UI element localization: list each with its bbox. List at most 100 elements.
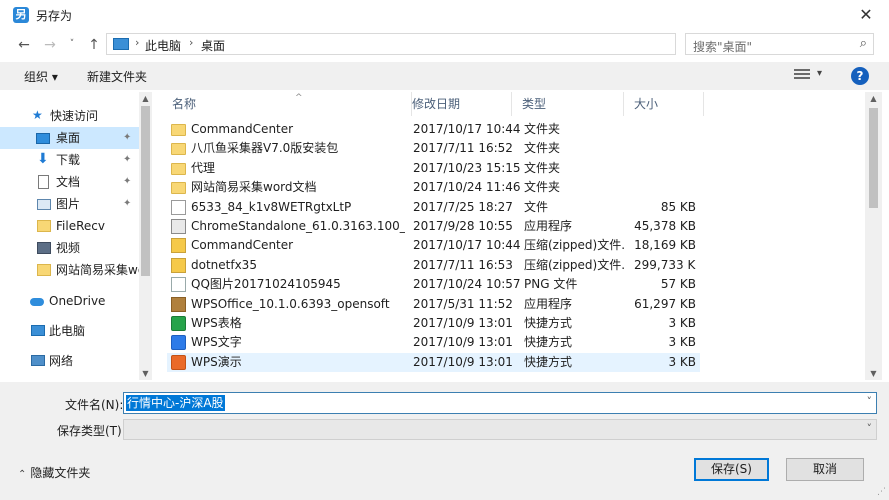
sidebar-item-onedrive[interactable]: OneDrive <box>0 290 140 312</box>
file-type: 文件夹 <box>524 122 561 136</box>
sidebar-item-label: OneDrive <box>49 294 106 308</box>
sidebar-item-label: FileRecv <box>56 219 105 233</box>
scrollbar-thumb[interactable] <box>141 106 150 276</box>
sidebar-item-network[interactable]: 网络 <box>0 350 140 372</box>
breadcrumb-desktop[interactable]: 桌面 <box>201 37 225 54</box>
file-icon <box>171 199 186 215</box>
file-row[interactable]: QQ图片20171024105945 2017/10/24 10:57 PNG 文件… <box>167 275 700 294</box>
search-input[interactable]: 搜索"桌面" <box>693 38 752 55</box>
column-header-size[interactable]: 大小 <box>626 92 704 116</box>
filename-input[interactable]: 行情中心-沪深A股 <box>126 395 225 411</box>
file-row[interactable]: 6533_84_k1v8WETRgtxLtP 2017/7/25 18:27 文件 8… <box>167 198 700 217</box>
sidebar-item-documents[interactable]: 文档 ✦ <box>0 171 140 193</box>
cancel-button[interactable]: 取消 <box>786 458 864 481</box>
sidebar-item-label: 文档 <box>56 175 81 189</box>
up-button[interactable]: ↑ <box>84 36 104 54</box>
file-type: 文件夹 <box>524 180 561 195</box>
window-title: 另存为 <box>36 9 73 23</box>
sidebar-item-pictures[interactable]: 图片 ✦ <box>0 193 140 215</box>
sidebar-item-downloads[interactable]: ⬇ 下载 ✦ <box>0 149 140 171</box>
application-icon <box>171 219 186 234</box>
file-size: 3 KB <box>668 335 696 350</box>
network-icon <box>31 355 45 366</box>
breadcrumb-this-pc[interactable]: 此电脑 <box>145 37 181 54</box>
help-icon[interactable]: ? <box>851 67 869 85</box>
scroll-down-icon[interactable]: ▼ <box>139 369 152 378</box>
file-list-scrollbar[interactable]: ▲ ▼ <box>865 92 882 380</box>
organize-button[interactable]: 组织 ▾ <box>24 68 58 85</box>
chevron-down-icon[interactable]: ˅ <box>867 422 873 435</box>
sort-ascending-icon: ^ <box>295 93 303 103</box>
file-name: ChromeStandalone_61.0.3163.100_Se... <box>191 219 405 233</box>
file-row[interactable]: ChromeStandalone_61.0.3163.100_Se... 2017… <box>167 217 700 236</box>
file-size: 299,733 KB <box>634 257 696 272</box>
view-dropdown-icon[interactable]: ▾ <box>817 68 822 79</box>
file-row[interactable]: CommandCenter 2017/10/17 10:44 文件夹 <box>167 120 700 139</box>
wps-spreadsheet-icon <box>171 316 186 331</box>
close-button[interactable]: ✕ <box>843 0 889 30</box>
recent-locations-dropdown[interactable]: ˅ <box>62 35 82 53</box>
column-header-name[interactable]: 名称 ^ <box>164 92 412 116</box>
desktop-icon <box>36 133 50 144</box>
back-button[interactable]: ← <box>14 36 34 54</box>
address-bar[interactable]: › 此电脑 › 桌面 ˅ ↻ <box>106 33 771 55</box>
scroll-down-icon[interactable]: ▼ <box>865 369 882 378</box>
file-row[interactable]: WPS文字 2017/10/9 13:01 快捷方式 3 KB <box>167 333 700 352</box>
file-name: WPS演示 <box>191 354 242 369</box>
file-modified: 2017/10/9 13:01 <box>413 316 513 330</box>
sidebar-item-desktop[interactable]: 桌面 ✦ <box>0 127 140 149</box>
file-type: 快捷方式 <box>524 335 573 350</box>
search-box[interactable]: 搜索"桌面" ⌕ <box>685 33 874 55</box>
scroll-up-icon[interactable]: ▲ <box>865 94 882 103</box>
sidebar-scrollbar[interactable]: ▲ ▼ <box>139 92 152 380</box>
view-options-icon[interactable] <box>794 69 810 81</box>
filetype-select[interactable]: ˅ <box>123 419 877 440</box>
sidebar-item-filerecv[interactable]: FileRecv <box>0 215 140 237</box>
file-row[interactable]: 八爪鱼采集器V7.0版安装包 2017/7/11 16:52 文件夹 <box>167 139 700 158</box>
sidebar-item-label: 快速访问 <box>50 109 99 123</box>
file-name: QQ图片20171024105945 <box>191 277 341 292</box>
pin-icon[interactable]: ✦ <box>123 149 131 171</box>
file-modified: 2017/10/23 15:15 <box>413 160 521 175</box>
file-name: CommandCenter <box>191 122 294 136</box>
column-header-modified[interactable]: 修改日期 <box>404 92 512 116</box>
filename-field[interactable]: 行情中心-沪深A股 ˅ <box>123 392 877 414</box>
chevron-right-icon[interactable]: › <box>135 36 139 49</box>
search-icon[interactable]: ⌕ <box>860 36 867 51</box>
sidebar-item-web-collect[interactable]: 网站简易采集wo <box>0 259 140 281</box>
file-row[interactable]: 代理 2017/10/23 15:15 文件夹 <box>167 159 700 178</box>
pin-icon[interactable]: ✦ <box>123 193 131 215</box>
new-folder-button[interactable]: 新建文件夹 <box>87 68 147 85</box>
column-label: 大小 <box>634 97 659 111</box>
file-size: 18,169 KB <box>634 238 696 253</box>
file-row[interactable]: WPSOffice_10.1.0.6393_opensoft 2017/5/31 … <box>167 295 700 314</box>
file-row[interactable]: WPS表格 2017/10/9 13:01 快捷方式 3 KB <box>167 314 700 333</box>
file-row[interactable]: dotnetfx35 2017/7/11 16:53 压缩(zipped)文件...… <box>167 256 700 275</box>
sidebar-item-videos[interactable]: 视频 <box>0 237 140 259</box>
cloud-icon <box>30 298 44 306</box>
sidebar-item-this-pc[interactable]: 此电脑 <box>0 320 140 342</box>
chevron-right-icon[interactable]: › <box>189 36 193 49</box>
column-header-type[interactable]: 类型 <box>514 92 624 116</box>
scrollbar-thumb[interactable] <box>869 108 878 208</box>
pin-icon[interactable]: ✦ <box>123 171 131 193</box>
file-type: 快捷方式 <box>524 316 573 330</box>
file-modified: 2017/10/9 13:01 <box>413 354 513 369</box>
save-button[interactable]: 保存(S) <box>694 458 769 481</box>
navigation-pane: ★ 快速访问 桌面 ✦ ⬇ 下载 ✦ 文档 ✦ 图片 ✦ FileRecv 视频… <box>0 92 152 380</box>
forward-button[interactable]: → <box>40 36 60 54</box>
pin-icon[interactable]: ✦ <box>123 127 131 149</box>
column-label: 名称 <box>172 97 197 111</box>
folder-icon <box>171 182 186 195</box>
hide-folders-toggle[interactable]: ⌃ 隐藏文件夹 <box>18 464 90 481</box>
sidebar-item-quick-access[interactable]: ★ 快速访问 <box>0 105 140 127</box>
file-row[interactable]: CommandCenter 2017/10/17 10:44 压缩(zipped)文… <box>167 236 700 255</box>
sidebar-item-label: 视频 <box>56 241 81 255</box>
resize-grip-icon[interactable]: ⋰ <box>877 487 886 497</box>
scroll-up-icon[interactable]: ▲ <box>139 94 152 103</box>
video-icon <box>37 242 51 254</box>
chevron-down-icon[interactable]: ˅ <box>867 395 873 408</box>
file-row[interactable]: WPS演示 2017/10/9 13:01 快捷方式 3 KB <box>167 352 700 372</box>
file-row[interactable]: 网站简易采集word文档 2017/10/24 11:46 文件夹 <box>167 178 700 197</box>
file-type: 文件 <box>524 199 549 214</box>
